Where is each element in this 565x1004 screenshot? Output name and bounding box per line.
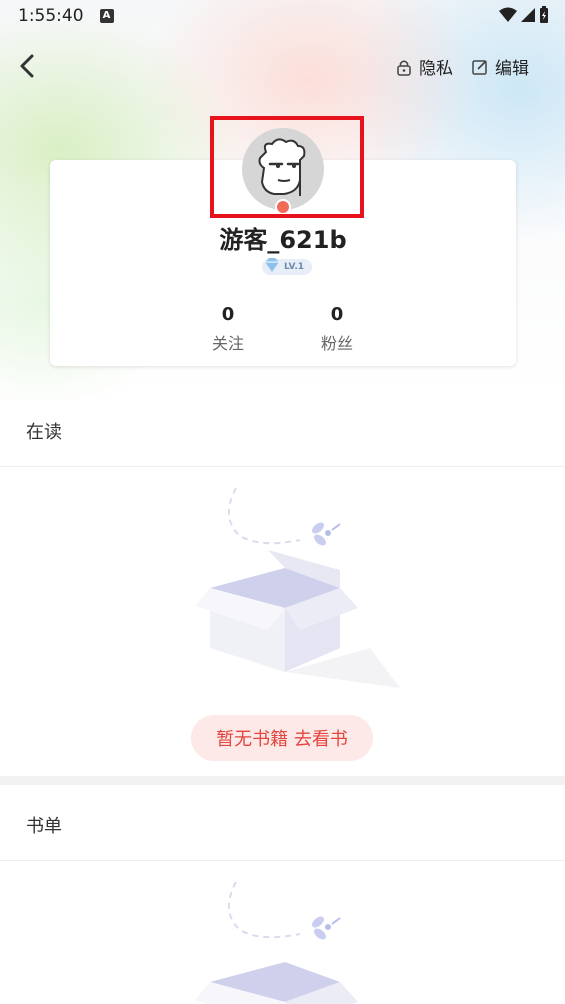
status-time: 1:55:40 — [18, 6, 84, 26]
status-indicators — [499, 6, 549, 24]
status-bar: 1:55:40 A — [0, 0, 565, 32]
edit-label: 编辑 — [495, 59, 529, 79]
level-badge: LV.1 — [262, 258, 312, 275]
section-separator — [0, 776, 565, 785]
nav-actions: 隐私 编辑 — [395, 54, 529, 79]
battery-icon — [540, 6, 548, 23]
stat-followers[interactable]: 0 粉丝 — [307, 304, 367, 354]
empty-box-illustration-icon — [195, 487, 400, 688]
stat-followers-value: 0 — [330, 304, 344, 325]
empty-box-illustration-icon — [195, 881, 358, 1004]
wifi-icon — [499, 7, 517, 22]
notification-icon: A — [99, 9, 114, 23]
section-booklist-title: 书单 — [26, 816, 62, 837]
chevron-left-icon — [20, 54, 34, 78]
edit-button[interactable]: 编辑 — [471, 54, 529, 79]
stat-following-value: 0 — [221, 304, 235, 325]
privacy-button[interactable]: 隐私 — [395, 54, 453, 79]
stat-followers-label: 粉丝 — [320, 334, 353, 353]
edit-icon — [472, 59, 487, 75]
divider — [0, 466, 565, 467]
divider — [0, 860, 565, 861]
privacy-label: 隐私 — [419, 59, 453, 79]
highlight-box — [210, 116, 364, 218]
stat-following[interactable]: 0 关注 — [198, 304, 258, 354]
go-read-button[interactable]: 暂无书籍 去看书 — [191, 715, 373, 761]
lock-icon — [397, 60, 411, 76]
top-nav: 隐私 编辑 — [0, 44, 565, 88]
level-text: LV.1 — [284, 262, 304, 272]
back-button[interactable] — [14, 52, 42, 80]
signal-icon — [521, 8, 535, 22]
section-reading-title: 在读 — [26, 422, 62, 443]
stat-following-label: 关注 — [211, 334, 244, 353]
diamond-icon — [265, 258, 279, 272]
username: 游客_621b — [219, 226, 347, 254]
